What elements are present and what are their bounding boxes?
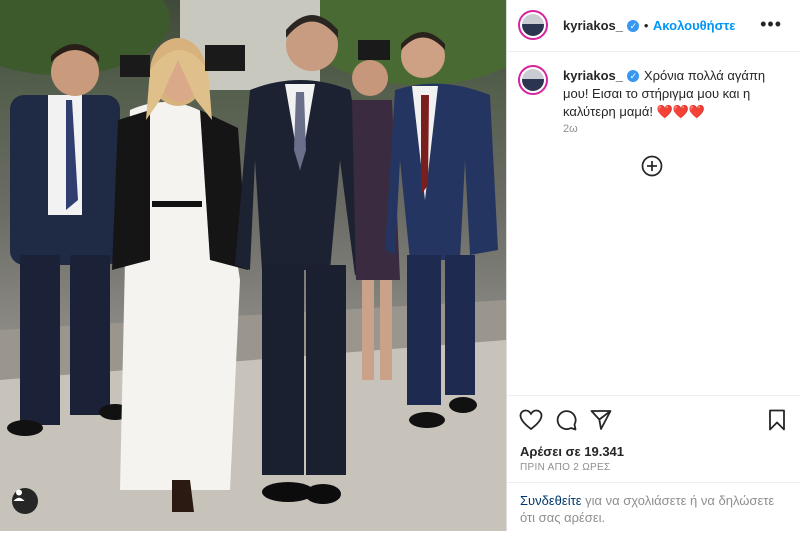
- header-separator: •: [643, 18, 649, 33]
- more-options-icon[interactable]: •••: [760, 14, 782, 35]
- post-photo[interactable]: [0, 0, 506, 531]
- paper-plane-icon[interactable]: [590, 409, 612, 431]
- photo-illustration: [0, 0, 506, 531]
- heart-icon[interactable]: [519, 409, 543, 431]
- likes-count[interactable]: Αρέσει σε 19.341: [520, 444, 624, 459]
- user-tag-icon: [13, 489, 25, 501]
- verified-badge-icon: ✓: [627, 19, 640, 32]
- post-timestamp: ΠΡΙΝ ΑΠΟ 2 ΩΡΕΣ: [520, 462, 611, 473]
- header-username[interactable]: kyriakos_: [563, 18, 623, 33]
- caption-verified-badge-icon: ✓: [627, 69, 640, 82]
- login-link[interactable]: Συνδεθείτε: [520, 493, 582, 508]
- caption-username[interactable]: kyriakos_: [563, 68, 623, 83]
- instagram-post: kyriakos_ ✓ • Ακολουθήστε ••• kyriakos_ …: [0, 0, 800, 531]
- login-prompt: Συνδεθείτε για να σχολιάσετε ή να δηλώσε…: [507, 482, 800, 526]
- header-user-line: kyriakos_ ✓ • Ακολουθήστε: [563, 17, 735, 35]
- post-header: kyriakos_ ✓ • Ακολουθήστε •••: [507, 0, 800, 52]
- post-actions: Αρέσει σε 19.341 ΠΡΙΝ ΑΠΟ 2 ΩΡΕΣ Συνδεθε…: [507, 395, 800, 533]
- caption: kyriakos_ ✓ Χρόνια πολλά αγάπη μου! Εισα…: [563, 67, 769, 121]
- bookmark-icon[interactable]: [768, 409, 786, 431]
- follow-button[interactable]: Ακολουθήστε: [653, 18, 736, 33]
- tagged-users-button[interactable]: [12, 488, 38, 514]
- caption-avatar[interactable]: [518, 65, 548, 95]
- plus-circle-icon[interactable]: [641, 155, 663, 177]
- caption-age: 2ω: [563, 123, 578, 135]
- post-side-panel: kyriakos_ ✓ • Ακολουθήστε ••• kyriakos_ …: [506, 0, 800, 531]
- comment-icon[interactable]: [555, 409, 577, 431]
- profile-avatar[interactable]: [518, 10, 548, 40]
